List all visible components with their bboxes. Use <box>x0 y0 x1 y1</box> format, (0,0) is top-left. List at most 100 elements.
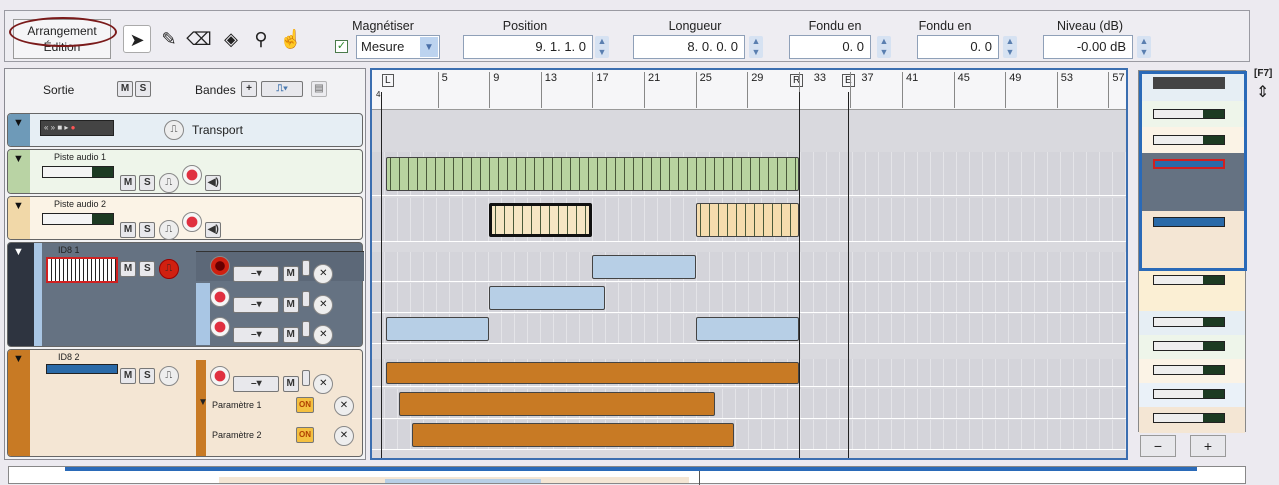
record-button[interactable] <box>210 317 230 337</box>
lane-slot[interactable] <box>302 321 311 337</box>
channel-dropdown[interactable]: –▾ <box>233 376 280 392</box>
param-toggle[interactable]: ON <box>296 427 314 443</box>
device-icon[interactable]: ⎍ <box>158 220 179 240</box>
master-mute-button[interactable]: M <box>117 81 133 97</box>
band-type-dropdown[interactable]: ⎍▾ <box>261 81 303 97</box>
channel-dropdown[interactable]: –▾ <box>233 266 280 282</box>
arrangement-timeline[interactable]: L 4 R E 5 9 13 17 21 25 29 33 37 41 45 49 53 57 <box>370 68 1128 460</box>
add-band-button[interactable]: + <box>241 81 257 97</box>
lane-slot[interactable] <box>302 370 311 386</box>
solo-button[interactable]: S <box>139 261 156 277</box>
record-button[interactable] <box>210 366 230 386</box>
magnetize-select[interactable]: Mesure ▼ <box>356 35 440 59</box>
viewport-frame[interactable] <box>1139 71 1247 271</box>
channel-dropdown[interactable]: –▾ <box>233 297 280 313</box>
channel-dropdown[interactable]: –▾ <box>233 327 280 343</box>
clip[interactable] <box>386 317 490 341</box>
split-icon[interactable]: ◈ <box>217 25 245 53</box>
track-name[interactable]: Piste audio 2 <box>54 199 106 209</box>
mute-button[interactable]: M <box>282 327 299 343</box>
fade-in-spinner[interactable]: ▲ ▼ <box>877 36 891 58</box>
device-icon[interactable]: ⎍ <box>158 366 179 386</box>
mute-button[interactable]: M <box>120 261 136 277</box>
clip[interactable] <box>489 286 606 310</box>
fade-in-field[interactable]: 0. 0 <box>789 35 871 59</box>
mute-button[interactable]: M <box>120 222 136 238</box>
hand-icon[interactable]: ☝ <box>277 25 305 53</box>
volume-fader[interactable] <box>42 213 114 225</box>
lane-slot[interactable] <box>302 260 311 276</box>
mute-button[interactable]: M <box>282 266 299 282</box>
transport-controls[interactable]: « » ■ ▸ ● <box>40 120 114 136</box>
clip[interactable] <box>398 392 715 416</box>
mute-button[interactable]: M <box>120 175 136 191</box>
track-overview[interactable] <box>1138 70 1247 433</box>
record-button[interactable] <box>210 287 230 307</box>
lane-id8a[interactable] <box>372 252 1126 282</box>
fade-out-field[interactable]: 0. 0 <box>917 35 999 59</box>
selected-clip[interactable] <box>489 203 593 237</box>
record-button[interactable] <box>182 212 203 232</box>
collapse-icon[interactable]: ▼ <box>13 353 24 365</box>
collapse-icon[interactable]: ▼ <box>13 153 24 165</box>
close-icon[interactable]: ✕ <box>313 264 334 284</box>
position-spinner[interactable]: ▲ ▼ <box>595 36 609 58</box>
horizontal-scrollbar[interactable] <box>8 466 1246 485</box>
collapse-icon[interactable]: ▼ <box>13 117 24 129</box>
arrow-icon[interactable]: ➤ <box>123 25 151 53</box>
collapse-icon[interactable]: ▼ <box>13 246 24 258</box>
device-icon[interactable]: ⎍ <box>158 173 179 193</box>
master-solo-button[interactable]: S <box>135 81 151 97</box>
solo-button[interactable]: S <box>139 222 156 238</box>
clip[interactable] <box>592 255 696 279</box>
keyboard-icon[interactable] <box>46 257 118 283</box>
track-name[interactable]: ID8 2 <box>58 352 80 362</box>
param-toggle[interactable]: ON <box>296 397 314 413</box>
mute-button[interactable]: M <box>120 368 136 384</box>
record-button[interactable] <box>210 256 230 276</box>
record-button[interactable] <box>182 165 203 185</box>
collapse-icon[interactable]: ▼ <box>13 200 24 212</box>
resize-icon[interactable]: ⇕ <box>1256 82 1269 102</box>
device-icon[interactable]: ⎍ <box>158 259 179 279</box>
length-spinner[interactable]: ▲ ▼ <box>749 36 763 58</box>
lane-id8b[interactable] <box>372 283 1126 313</box>
volume-fader[interactable] <box>42 166 114 178</box>
close-icon[interactable]: ✕ <box>334 396 354 416</box>
mute-button[interactable]: M <box>282 297 299 313</box>
close-icon[interactable]: ✕ <box>313 325 334 345</box>
device-icon[interactable]: ⎍ <box>164 120 184 140</box>
playhead[interactable] <box>381 92 382 458</box>
clip[interactable] <box>695 203 799 237</box>
track-name[interactable]: Piste audio 1 <box>54 152 106 162</box>
level-spinner[interactable]: ▲ ▼ <box>1137 36 1151 58</box>
position-field[interactable]: 9. 1. 1. 0 <box>463 35 593 59</box>
track-name[interactable]: ID8 1 <box>58 245 80 255</box>
length-field[interactable]: 8. 0. 0. 0 <box>633 35 745 59</box>
magnetize-checkbox[interactable]: ✓ <box>335 40 348 53</box>
monitor-icon[interactable]: ◀) <box>205 175 222 191</box>
band-options-button[interactable]: ▤ <box>311 81 327 97</box>
solo-button[interactable]: S <box>139 368 156 384</box>
zoom-icon[interactable]: ⚲ <box>247 25 275 53</box>
clip[interactable] <box>695 317 799 341</box>
monitor-icon[interactable]: ◀) <box>205 222 222 238</box>
close-icon[interactable]: ✕ <box>313 295 334 315</box>
pencil-icon[interactable]: ✎ <box>155 25 183 53</box>
loop-start-marker[interactable]: L <box>382 74 394 87</box>
close-icon[interactable]: ✕ <box>334 426 354 446</box>
fade-out-spinner[interactable]: ▲ ▼ <box>1003 36 1017 58</box>
level-field[interactable]: -0.00 dB <box>1043 35 1133 59</box>
lane-slot[interactable] <box>302 291 311 307</box>
synth-icon[interactable] <box>46 364 118 374</box>
clip[interactable] <box>386 362 799 384</box>
solo-button[interactable]: S <box>139 175 156 191</box>
zoom-out-button[interactable]: − <box>1140 435 1176 457</box>
clip[interactable] <box>411 423 735 447</box>
zoom-in-button[interactable]: + <box>1190 435 1226 457</box>
param-collapse-icon[interactable]: ▼ <box>198 397 208 408</box>
clip[interactable] <box>386 157 799 191</box>
mute-button[interactable]: M <box>282 376 299 392</box>
ruler[interactable]: L 4 R E 5 9 13 17 21 25 29 33 37 41 45 49 53 57 <box>372 70 1126 110</box>
eraser-icon[interactable]: ⌫ <box>185 25 213 53</box>
